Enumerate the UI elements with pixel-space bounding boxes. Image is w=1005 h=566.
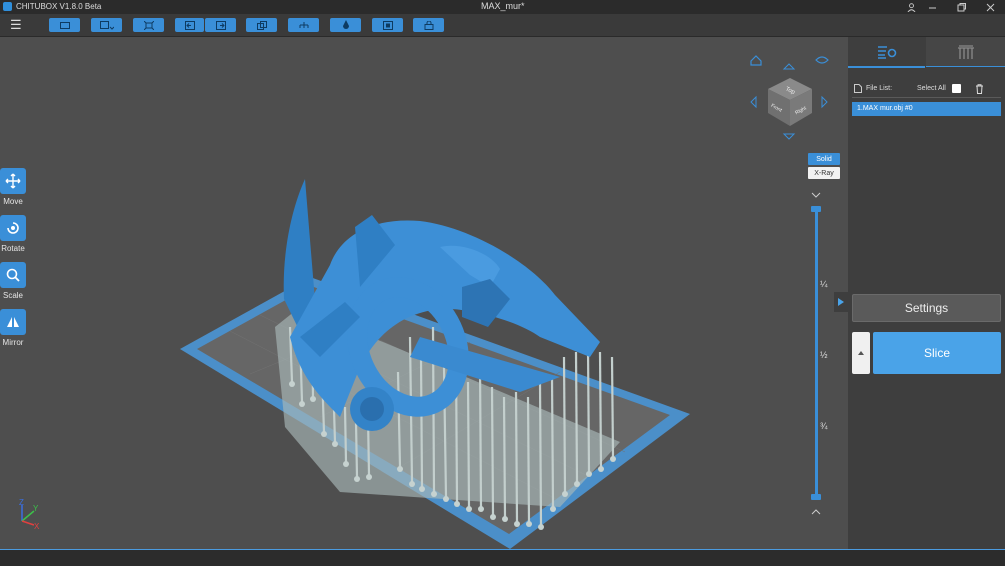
arrow-right-icon bbox=[821, 95, 828, 109]
arrange-button[interactable] bbox=[133, 18, 164, 32]
open-file-button[interactable] bbox=[49, 18, 80, 32]
document-title: MAX_mur* bbox=[481, 1, 525, 11]
eye-icon bbox=[815, 56, 829, 64]
arrow-down-icon bbox=[782, 133, 796, 140]
folder-icon bbox=[59, 22, 70, 29]
panel-toggle-button[interactable] bbox=[834, 292, 848, 312]
close-icon[interactable] bbox=[975, 0, 1005, 14]
file-list-divider bbox=[852, 97, 1001, 98]
mirror-tool[interactable]: Mirror bbox=[0, 309, 26, 347]
axis-x-label: X bbox=[34, 522, 40, 531]
view-cube[interactable]: Top Front Right bbox=[746, 51, 836, 151]
rotate-icon bbox=[0, 215, 26, 241]
scale-tool[interactable]: Scale bbox=[0, 262, 26, 300]
move-label: Move bbox=[3, 197, 23, 206]
mirror-icon bbox=[0, 309, 26, 335]
slider-mark-half: ½ bbox=[820, 350, 828, 360]
minimize-icon[interactable] bbox=[917, 0, 947, 14]
arrow-up-icon bbox=[782, 63, 796, 70]
scene bbox=[180, 179, 690, 549]
undo-icon bbox=[184, 20, 195, 30]
hamburger-menu-icon[interactable]: ☰ bbox=[10, 18, 24, 32]
file-name: 1.MAX mur.obj #0 bbox=[857, 105, 913, 112]
move-tool[interactable]: Move bbox=[0, 168, 26, 206]
lock-button[interactable] bbox=[413, 18, 444, 32]
solid-mode-button[interactable]: Solid bbox=[808, 153, 840, 165]
app-title: CHITUBOX V1.8.0 Beta bbox=[16, 2, 102, 11]
axis-y-label: Y bbox=[33, 504, 39, 513]
axis-z-label: Z bbox=[19, 498, 24, 507]
right-panel: File List: Select All 1.MAX mur.obj #0 S… bbox=[848, 37, 1005, 549]
lock-icon bbox=[424, 20, 433, 30]
chevron-right-icon bbox=[838, 298, 844, 306]
layer-slider-bottom-handle[interactable] bbox=[811, 494, 821, 500]
xray-mode-button[interactable]: X-Ray bbox=[808, 167, 840, 179]
copy-button[interactable] bbox=[246, 18, 277, 32]
scale-label: Scale bbox=[2, 291, 23, 300]
slider-chevron-up-icon[interactable] bbox=[811, 509, 821, 515]
file-list-item[interactable]: 1.MAX mur.obj #0 bbox=[852, 102, 1001, 116]
droplet-icon bbox=[342, 20, 349, 29]
3d-viewport[interactable]: Move Rotate Scale Mirror Top Front Right… bbox=[0, 37, 848, 549]
tab-supports[interactable] bbox=[926, 37, 1005, 67]
slider-mark-quarter: ¼ bbox=[820, 279, 828, 289]
trash-icon[interactable] bbox=[975, 84, 984, 94]
slice-button[interactable]: Slice bbox=[873, 332, 1001, 374]
title-bar: CHITUBOX V1.8.0 Beta MAX_mur* bbox=[0, 0, 1005, 14]
layer-slider-top-handle[interactable] bbox=[811, 206, 821, 212]
scale-icon bbox=[0, 262, 26, 288]
restore-icon[interactable] bbox=[946, 0, 976, 14]
save-icon bbox=[99, 20, 114, 30]
frame-icon bbox=[382, 20, 393, 30]
save-file-button[interactable] bbox=[91, 18, 122, 32]
mirror-label: Mirror bbox=[2, 338, 24, 347]
copy-icon bbox=[256, 20, 267, 30]
file-list-label: File List: bbox=[866, 85, 893, 92]
tab-file-settings[interactable] bbox=[848, 37, 925, 68]
redo-icon bbox=[215, 20, 226, 30]
file-icon bbox=[854, 84, 862, 93]
table-icon bbox=[957, 44, 974, 59]
slider-chevron-down-icon[interactable] bbox=[811, 192, 821, 198]
arrange-icon bbox=[143, 20, 154, 30]
axes-gizmo: Z Y X bbox=[19, 498, 40, 531]
select-all-checkbox[interactable] bbox=[952, 84, 961, 93]
move-icon bbox=[0, 168, 26, 194]
list-settings-icon bbox=[877, 45, 896, 59]
app-logo-icon bbox=[3, 2, 12, 11]
arrow-left-icon bbox=[750, 95, 757, 109]
undo-button[interactable] bbox=[175, 18, 204, 32]
slice-options-button[interactable] bbox=[852, 332, 870, 374]
main-toolbar: ☰ bbox=[0, 14, 1005, 37]
center-button[interactable] bbox=[372, 18, 403, 32]
redo-button[interactable] bbox=[205, 18, 236, 32]
hollow-button[interactable] bbox=[330, 18, 361, 32]
select-all-label: Select All bbox=[917, 85, 946, 92]
home-icon bbox=[750, 55, 762, 66]
tree-icon bbox=[299, 21, 308, 28]
triangle-up-icon bbox=[858, 351, 864, 355]
layer-slider-track[interactable] bbox=[815, 209, 818, 499]
rotate-tool[interactable]: Rotate bbox=[0, 215, 26, 253]
settings-button[interactable]: Settings bbox=[852, 294, 1001, 322]
rotate-label: Rotate bbox=[1, 244, 25, 253]
slider-mark-three-quarter: ¾ bbox=[820, 421, 828, 431]
status-bar bbox=[0, 549, 1005, 566]
supports-button[interactable] bbox=[288, 18, 319, 32]
